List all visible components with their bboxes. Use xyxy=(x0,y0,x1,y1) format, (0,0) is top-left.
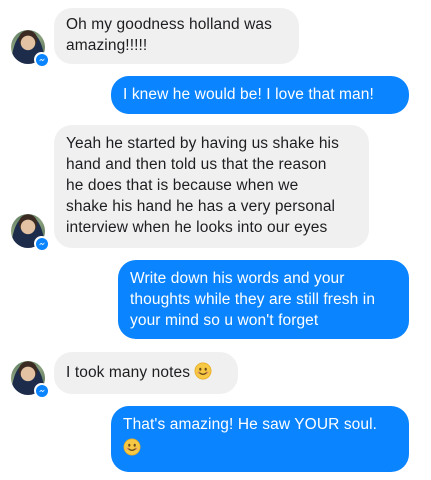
message-text: That's amazing! He saw YOUR soul. xyxy=(123,416,378,433)
message-text: Yeah he started by having us shake his h… xyxy=(66,135,339,236)
messenger-icon xyxy=(34,383,49,398)
smiling-face-emoji xyxy=(123,438,141,456)
contact-avatar[interactable] xyxy=(11,30,49,67)
message-text: I took many notes xyxy=(66,364,191,381)
outgoing-message-bubble[interactable]: That's amazing! He saw YOUR soul. xyxy=(111,406,409,472)
contact-avatar[interactable] xyxy=(11,361,49,398)
messenger-icon xyxy=(34,52,49,67)
incoming-message-bubble[interactable]: Oh my goodness holland was amazing!!!!! xyxy=(54,8,299,64)
incoming-message-bubble[interactable]: I took many notes xyxy=(54,352,238,394)
message-text: I knew he would be! I love that man! xyxy=(123,86,374,103)
outgoing-message-bubble[interactable]: Write down his words and your thoughts w… xyxy=(118,260,409,339)
incoming-message-bubble[interactable]: Yeah he started by having us shake his h… xyxy=(54,125,369,248)
message-text: Write down his words and your thoughts w… xyxy=(130,270,376,329)
messenger-icon xyxy=(34,236,49,251)
smiling-face-emoji xyxy=(195,362,212,380)
contact-avatar[interactable] xyxy=(11,214,49,251)
outgoing-message-bubble[interactable]: I knew he would be! I love that man! xyxy=(111,76,409,114)
message-text: Oh my goodness holland was amazing!!!!! xyxy=(66,16,272,54)
